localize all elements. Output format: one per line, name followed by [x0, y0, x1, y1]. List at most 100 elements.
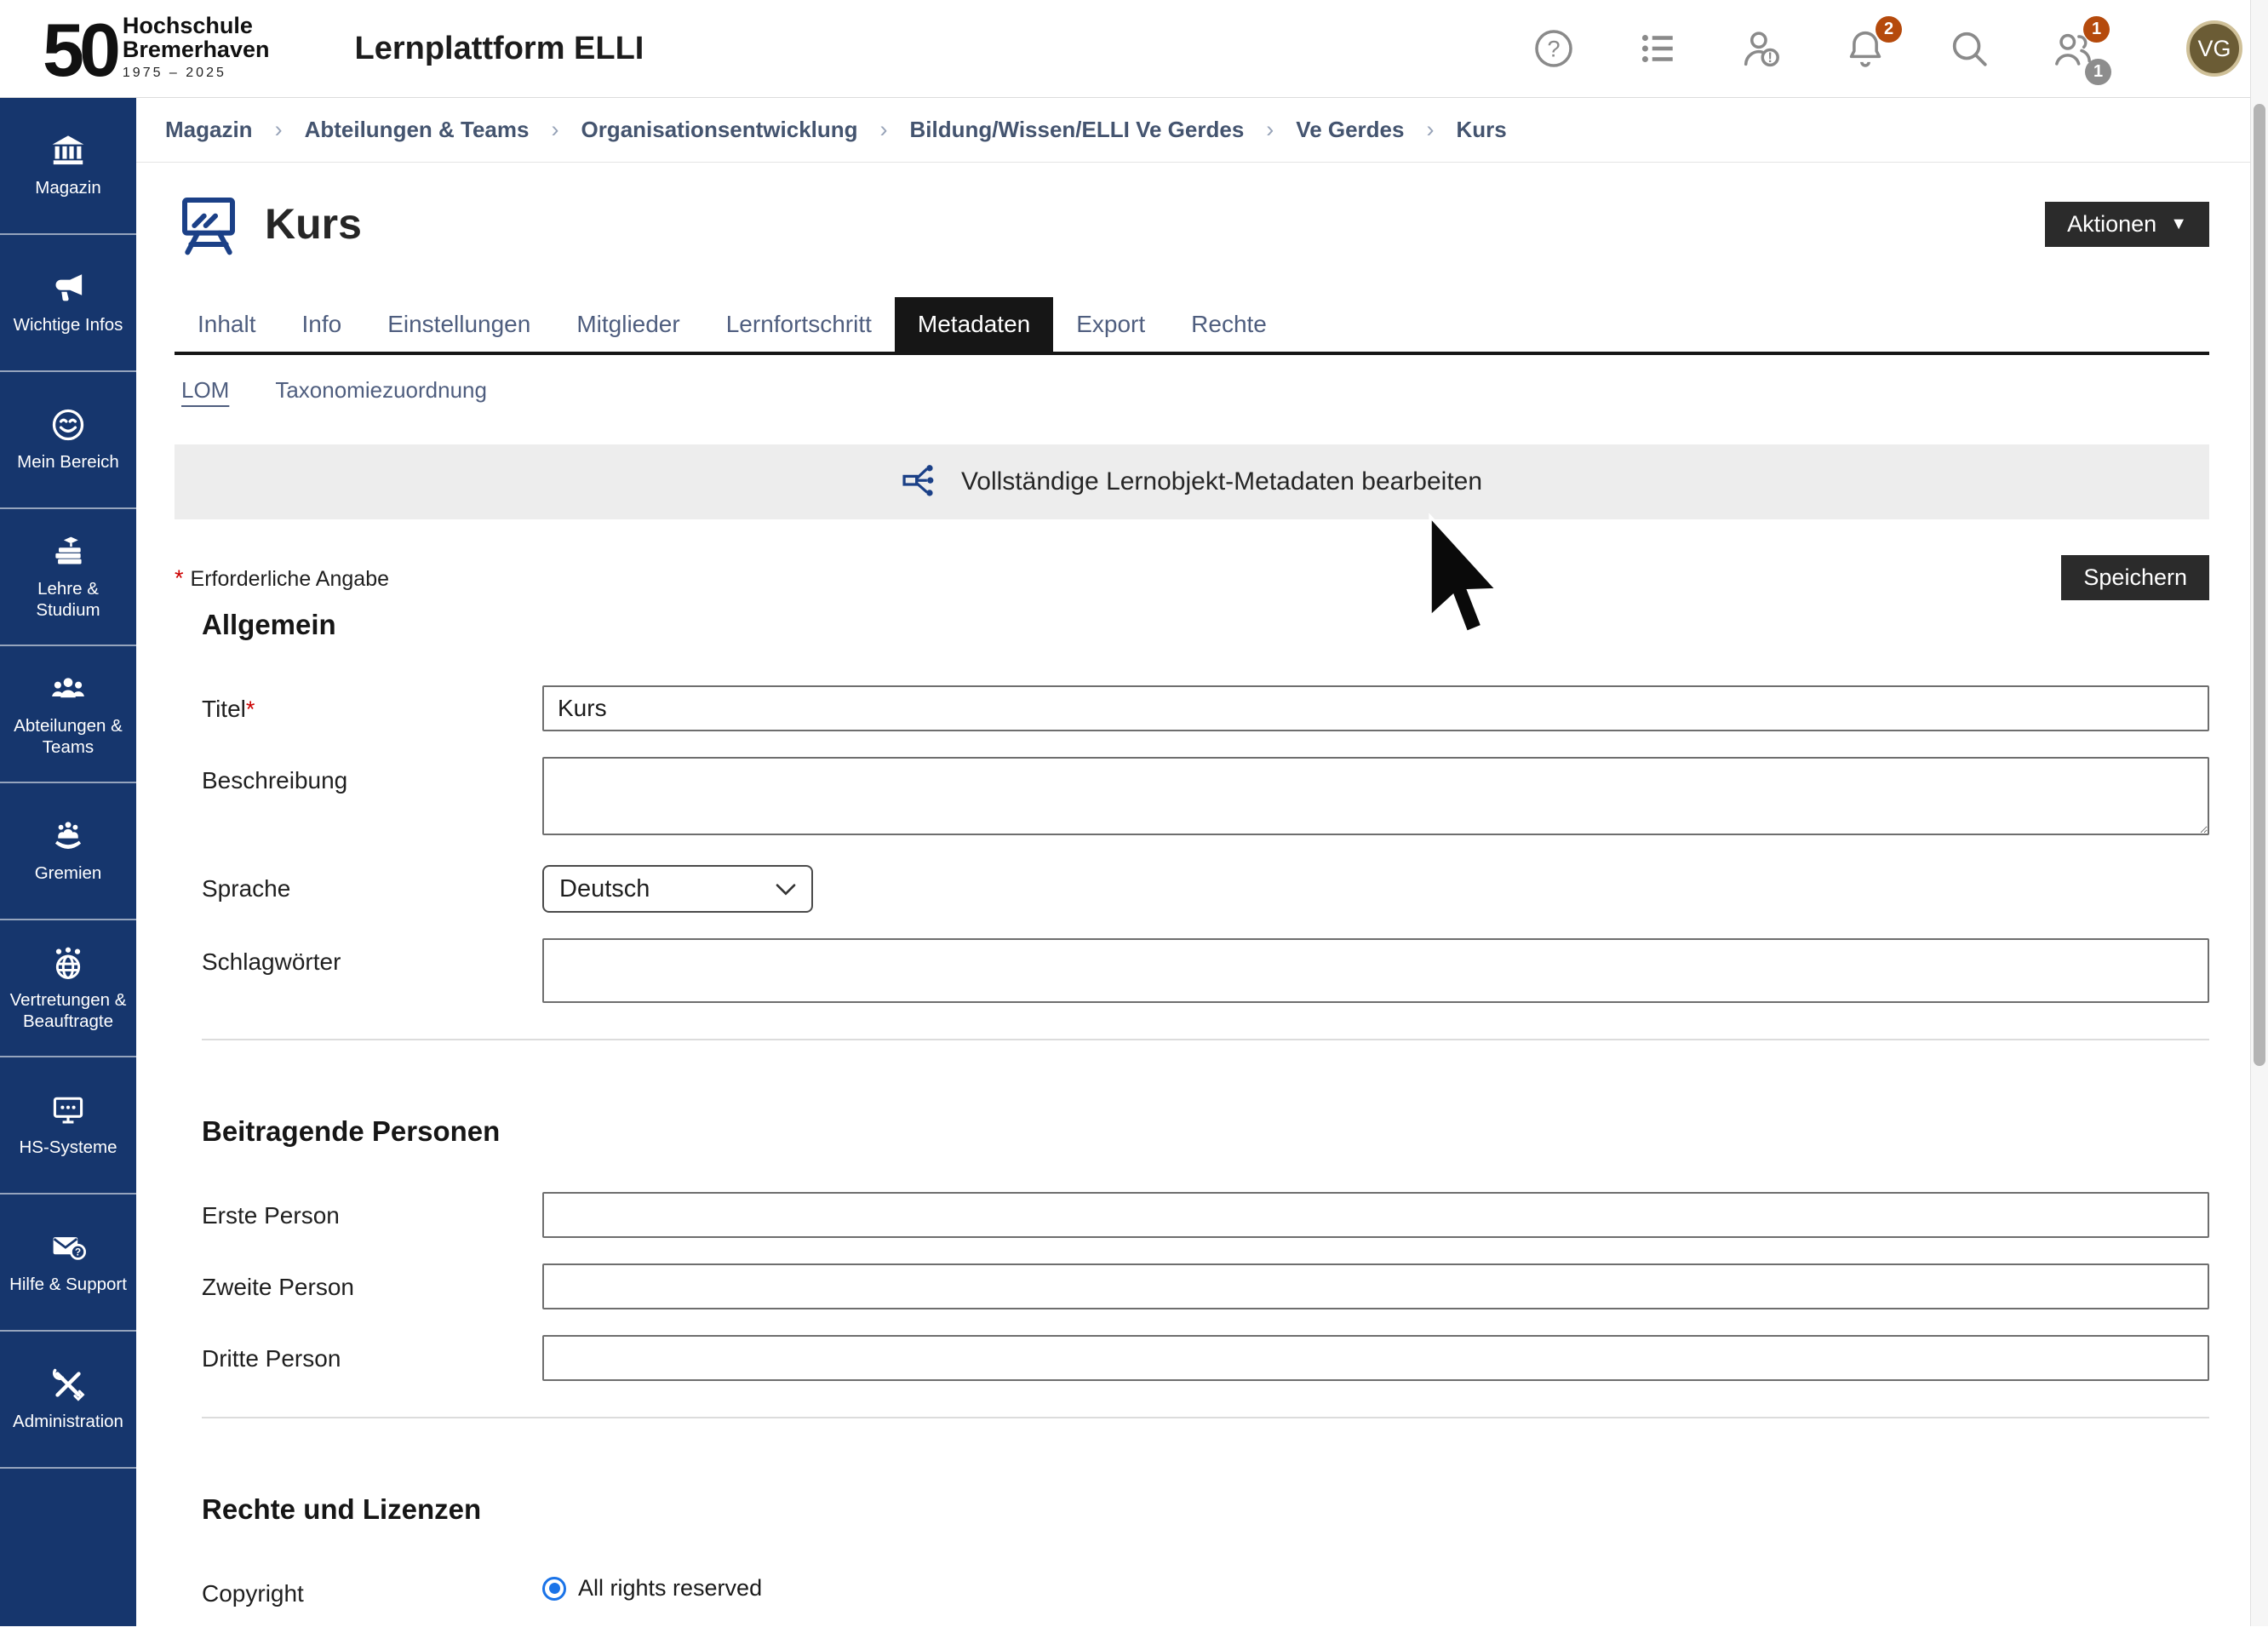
user-alert-icon[interactable]: !	[1740, 27, 1783, 70]
required-asterisk: *	[246, 696, 255, 722]
search-icon[interactable]	[1948, 27, 1990, 70]
section-divider	[202, 1417, 2209, 1418]
dritte-person-input[interactable]	[542, 1335, 2209, 1381]
people-group-icon	[49, 670, 87, 708]
required-asterisk: *	[175, 565, 184, 591]
subtab-lom[interactable]: LOM	[181, 377, 229, 404]
beschreibung-label: Beschreibung	[202, 757, 542, 839]
vertical-scrollbar-thumb[interactable]	[2254, 104, 2265, 1066]
sidebar-item-label: Wichtige Infos	[14, 315, 123, 335]
contacts-new-badge: 1	[2083, 16, 2110, 43]
zweite-person-input[interactable]	[542, 1263, 2209, 1309]
header-icon-bar: ? ! 2	[1532, 20, 2242, 77]
contacts-icon[interactable]: 1 1	[2052, 27, 2094, 70]
save-button[interactable]: Speichern	[2061, 555, 2209, 600]
notifications-badge: 2	[1876, 16, 1902, 43]
titel-input[interactable]	[542, 685, 2209, 731]
beschreibung-textarea[interactable]	[542, 757, 2209, 835]
section-heading-rechte: Rechte und Lizenzen	[202, 1493, 2209, 1526]
tab-rechte[interactable]: Rechte	[1168, 297, 1290, 352]
schlagwoerter-input[interactable]	[542, 938, 2209, 1003]
tab-mitglieder[interactable]: Mitglieder	[553, 297, 702, 352]
sidebar-item-label: Gremien	[35, 863, 102, 884]
main-area: Magazin › Abteilungen & Teams › Organisati…	[136, 98, 2250, 1633]
sidebar-item-label: Hilfe & Support	[9, 1275, 127, 1295]
chevron-right-icon: ›	[1266, 117, 1274, 143]
breadcrumb-link[interactable]: Bildung/Wissen/ELLI Ve Gerdes	[910, 117, 1245, 143]
sidebar-item-label: HS-Systeme	[19, 1137, 117, 1158]
help-icon[interactable]: ?	[1532, 27, 1575, 70]
globe-people-icon	[49, 944, 87, 982]
chevron-right-icon: ›	[551, 117, 558, 143]
committee-icon	[49, 817, 87, 855]
sidebar-item-magazin[interactable]: Magazin	[0, 98, 136, 235]
metadata-graph-icon	[902, 461, 941, 504]
sidebar-item-vertretungen-beauftragte[interactable]: Vertretungen & Beauftragte	[0, 920, 136, 1057]
sidebar-item-label: Vertretungen & Beauftragte	[4, 990, 132, 1031]
logo-line1: Hochschule	[123, 14, 270, 38]
vertical-scrollbar-track[interactable]	[2250, 0, 2268, 1626]
sidebar-item-lehre-studium[interactable]: Lehre & Studium	[0, 509, 136, 646]
university-logo: 50 Hochschule Bremerhaven 1975 – 2025	[43, 14, 269, 83]
course-easel-icon	[175, 190, 243, 258]
tab-info[interactable]: Info	[279, 297, 365, 352]
breadcrumb-link[interactable]: Abteilungen & Teams	[305, 117, 530, 143]
sidebar-item-administration[interactable]: Administration	[0, 1332, 136, 1469]
logo-years: 1975 – 2025	[123, 66, 270, 81]
contacts-online-badge: 1	[2085, 59, 2111, 85]
chevron-right-icon: ›	[880, 117, 888, 143]
erste-person-input[interactable]	[542, 1192, 2209, 1238]
sidebar-item-label: Magazin	[35, 178, 101, 198]
svg-text:!: !	[1767, 49, 1773, 66]
tab-export[interactable]: Export	[1053, 297, 1168, 352]
sidebar-item-label: Mein Bereich	[17, 452, 119, 473]
logo-50: 50	[43, 19, 116, 83]
breadcrumb-current[interactable]: Kurs	[1456, 117, 1506, 143]
user-avatar[interactable]: VG	[2186, 20, 2242, 77]
erste-person-label: Erste Person	[202, 1192, 542, 1238]
breadcrumb-link[interactable]: Organisationsentwicklung	[581, 117, 857, 143]
svg-text:?: ?	[1547, 36, 1560, 62]
breadcrumb-link[interactable]: Magazin	[165, 117, 253, 143]
app-title: Lernplattform ELLI	[354, 31, 644, 67]
banner-label: Vollständige Lernobjekt-Metadaten bearbe…	[961, 467, 1482, 496]
tab-metadaten[interactable]: Metadaten	[895, 297, 1053, 352]
section-heading-beitragende: Beitragende Personen	[202, 1115, 2209, 1148]
tab-einstellungen[interactable]: Einstellungen	[364, 297, 553, 352]
svg-text:?: ?	[75, 1246, 81, 1258]
actions-button[interactable]: Aktionen ▼	[2045, 202, 2209, 247]
copyright-label: Copyright	[202, 1570, 542, 1607]
section-heading-allgemein: Allgemein	[202, 609, 2209, 641]
radio-selected-icon[interactable]	[542, 1577, 566, 1601]
sprache-selected-value: Deutsch	[559, 875, 650, 903]
sidebar-item-label: Lehre & Studium	[4, 579, 132, 620]
monitor-icon	[49, 1092, 87, 1129]
sidebar-item-wichtige-infos[interactable]: Wichtige Infos	[0, 235, 136, 372]
tab-inhalt[interactable]: Inhalt	[175, 297, 279, 352]
sidebar-item-abteilungen-teams[interactable]: Abteilungen & Teams	[0, 646, 136, 783]
dritte-person-label: Dritte Person	[202, 1335, 542, 1381]
chevron-right-icon: ›	[275, 117, 283, 143]
breadcrumb: Magazin › Abteilungen & Teams › Organisati…	[136, 98, 2250, 163]
top-header: 50 Hochschule Bremerhaven 1975 – 2025 Le…	[0, 0, 2268, 98]
sidebar-item-label: Administration	[13, 1412, 123, 1432]
tools-icon	[49, 1366, 87, 1403]
bell-icon[interactable]: 2	[1844, 27, 1887, 70]
breadcrumb-link[interactable]: Ve Gerdes	[1296, 117, 1404, 143]
edit-full-metadata-banner[interactable]: Vollständige Lernobjekt-Metadaten bearbe…	[175, 444, 2209, 519]
caret-down-icon: ▼	[2170, 215, 2187, 232]
sprache-select[interactable]: Deutsch	[542, 865, 813, 913]
megaphone-icon	[49, 269, 87, 307]
sidebar-item-hs-systeme[interactable]: HS-Systeme	[0, 1057, 136, 1195]
sidebar-item-gremien[interactable]: Gremien	[0, 783, 136, 920]
section-divider	[202, 1039, 2209, 1040]
mail-question-icon: ?	[49, 1229, 87, 1266]
sidebar-item-hilfe-support[interactable]: ? Hilfe & Support	[0, 1195, 136, 1332]
list-icon[interactable]	[1636, 27, 1679, 70]
sidebar-item-mein-bereich[interactable]: Mein Bereich	[0, 372, 136, 509]
subtab-taxonomiezuordnung[interactable]: Taxonomiezuordnung	[275, 377, 487, 404]
zweite-person-label: Zweite Person	[202, 1263, 542, 1309]
chevron-down-icon	[776, 875, 796, 903]
tab-lernfortschritt[interactable]: Lernfortschritt	[703, 297, 895, 352]
tab-bar: Inhalt Info Einstellungen Mitglieder Ler…	[175, 297, 2209, 355]
